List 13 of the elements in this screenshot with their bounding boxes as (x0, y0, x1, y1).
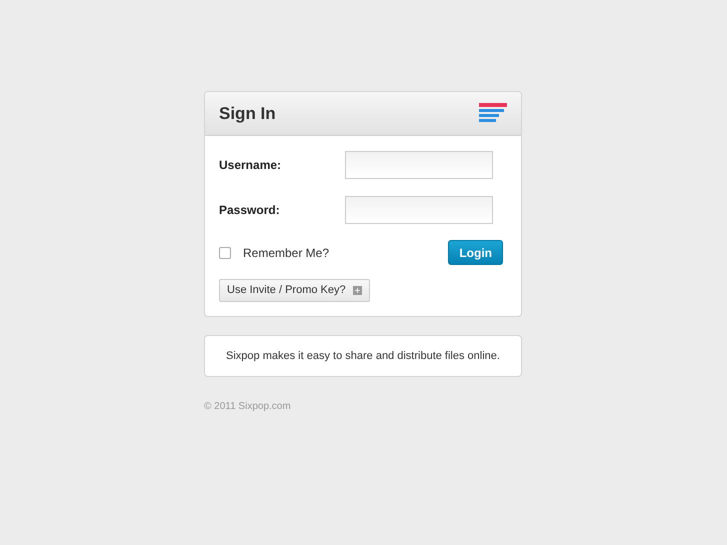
field-label: Password: (219, 202, 280, 219)
panel-title: Sign In (219, 102, 276, 125)
plus-icon (352, 286, 362, 295)
field-label: Username: (219, 157, 282, 174)
input-field[interactable] (345, 196, 493, 224)
login-button[interactable]: Login (448, 240, 503, 265)
remember-label: Remember Me? (243, 244, 330, 262)
remember-checkbox[interactable] (219, 246, 231, 258)
copyright: © 2011 Sixpop.com (204, 401, 291, 412)
invite-button[interactable]: Use Invite / Promo Key? (219, 279, 370, 302)
logo-icon (479, 102, 507, 124)
tagline: Sixpop makes it easy to share and distribute files online. (226, 348, 500, 364)
input-field[interactable] (345, 151, 493, 179)
